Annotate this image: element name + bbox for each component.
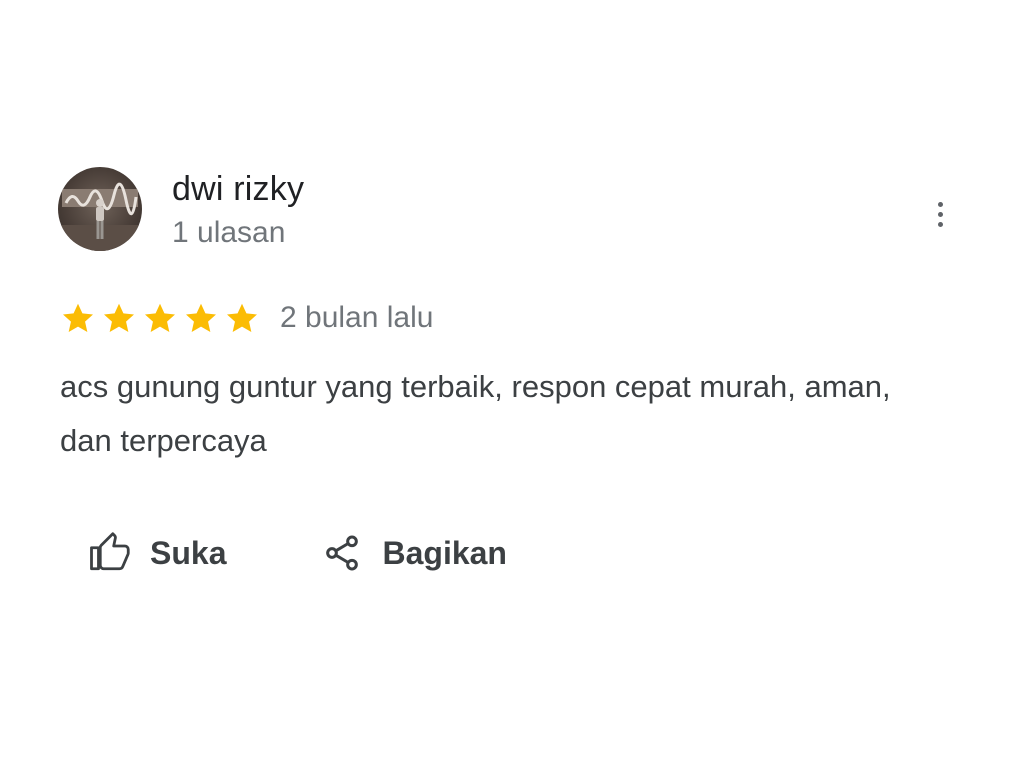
author-name[interactable]: dwi rizky xyxy=(172,170,304,209)
star-icon xyxy=(101,300,137,336)
star-rating xyxy=(60,300,260,336)
star-icon xyxy=(224,300,260,336)
thumb-up-icon xyxy=(90,532,130,571)
more-options-button[interactable] xyxy=(920,190,960,238)
avatar-photo xyxy=(58,182,142,251)
author-review-count: 1 ulasan xyxy=(172,216,286,249)
star-icon xyxy=(60,300,96,336)
review-card: dwi rizky 1 ulasan 2 bulan lalu acs gunu… xyxy=(0,0,1024,768)
star-icon xyxy=(183,300,219,336)
like-button[interactable]: Suka xyxy=(88,532,226,574)
review-actions: Suka Bagikan xyxy=(88,532,507,574)
like-label: Suka xyxy=(150,534,227,571)
review-date: 2 bulan lalu xyxy=(280,301,434,334)
rating-row: 2 bulan lalu xyxy=(60,298,433,338)
more-vert-icon xyxy=(937,201,943,207)
share-button[interactable]: Bagikan xyxy=(322,533,507,573)
share-icon xyxy=(326,535,359,571)
author-avatar[interactable] xyxy=(58,167,142,251)
share-label: Bagikan xyxy=(382,534,507,571)
review-text: acs gunung guntur yang terbaik, respon c… xyxy=(60,369,891,458)
star-icon xyxy=(142,300,178,336)
